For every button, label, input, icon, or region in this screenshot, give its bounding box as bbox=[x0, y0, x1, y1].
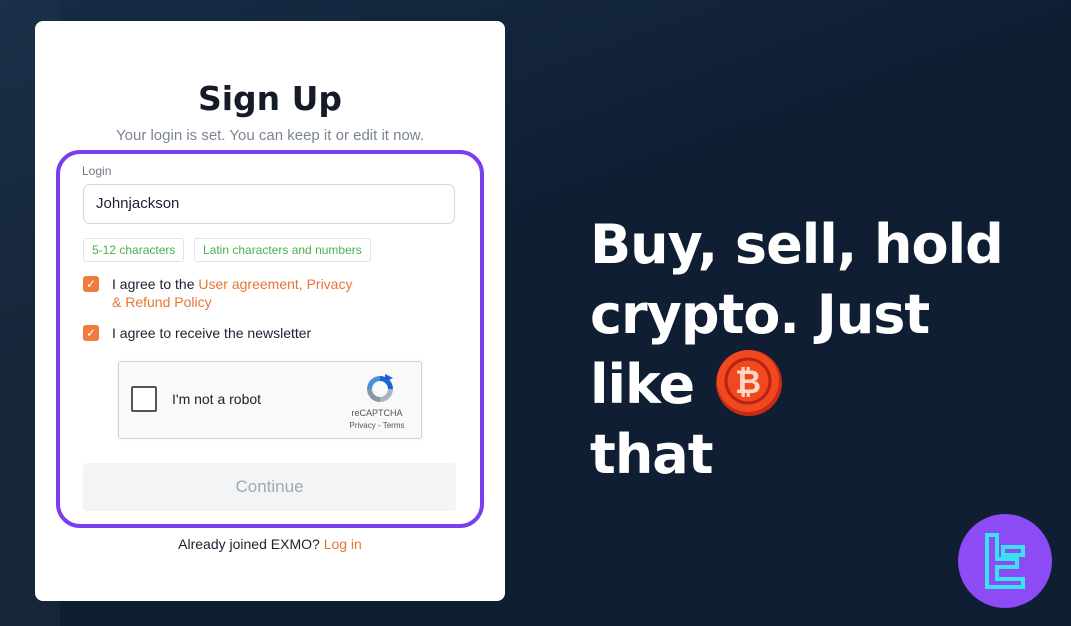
login-input[interactable]: Johnjackson bbox=[83, 184, 455, 224]
hint-length-badge: 5-12 characters bbox=[83, 238, 185, 262]
agreement-label: I agree to the User agreement, Privacy &… bbox=[112, 275, 402, 311]
newsletter-checkbox[interactable]: ✓ bbox=[83, 325, 99, 341]
signup-subtitle: Your login is set. You can keep it or ed… bbox=[116, 127, 424, 144]
login-label: Login bbox=[82, 164, 112, 178]
refund-policy-link[interactable]: & Refund Policy bbox=[112, 294, 212, 310]
promo-line-2: crypto. Just like bbox=[590, 283, 930, 416]
promo-line-3: that bbox=[590, 423, 714, 486]
promo-line-1: Buy, sell, hold bbox=[590, 213, 1004, 276]
recaptcha-icon bbox=[367, 374, 393, 402]
login-link[interactable]: Log in bbox=[324, 536, 362, 552]
already-joined: Already joined EXMO? Log in bbox=[35, 536, 505, 552]
check-icon: ✓ bbox=[85, 277, 97, 291]
agreement-checkbox[interactable]: ✓ bbox=[83, 276, 99, 292]
recaptcha-widget: I'm not a robot reCAPTCHA Privacy - Term… bbox=[118, 361, 422, 439]
recaptcha-brand: reCAPTCHA bbox=[351, 408, 403, 418]
bitcoin-coin-icon: ₿ bbox=[716, 350, 782, 416]
continue-button[interactable]: Continue bbox=[83, 463, 456, 511]
already-joined-text: Already joined EXMO? bbox=[178, 536, 320, 552]
agreement-prefix: I agree to the bbox=[112, 276, 199, 292]
hint-charset-badge: Latin characters and numbers bbox=[194, 238, 371, 262]
recaptcha-label: I'm not a robot bbox=[172, 391, 262, 407]
user-agreement-link[interactable]: User agreement, Privacy bbox=[198, 276, 352, 292]
recaptcha-links[interactable]: Privacy - Terms bbox=[341, 421, 413, 430]
recaptcha-checkbox[interactable] bbox=[131, 386, 157, 412]
signup-card: Sign Up Your login is set. You can keep … bbox=[35, 21, 505, 601]
newsletter-label: I agree to receive the newsletter bbox=[112, 325, 312, 341]
promo-headline: Buy, sell, hold crypto. Just like that bbox=[590, 210, 1050, 490]
svg-text:₿: ₿ bbox=[735, 363, 761, 401]
brand-logo-icon bbox=[958, 514, 1052, 608]
page-title: Sign Up bbox=[197, 79, 343, 118]
check-icon: ✓ bbox=[85, 326, 97, 340]
